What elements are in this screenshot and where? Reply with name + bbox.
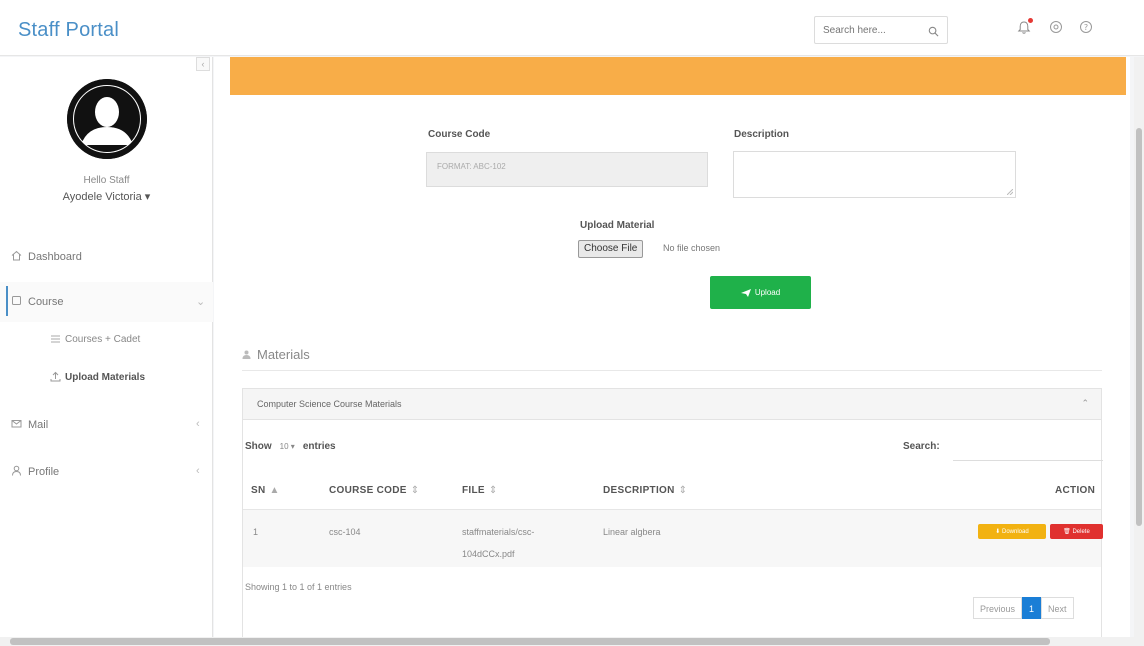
column-header-action: ACTION: [1055, 485, 1095, 496]
chevron-left-icon: ‹: [196, 418, 200, 430]
sidebar-collapse-button[interactable]: ‹: [196, 57, 210, 71]
gear-icon[interactable]: [1044, 15, 1068, 39]
app-title[interactable]: Staff Portal: [18, 19, 119, 42]
column-label: DESCRIPTION: [603, 485, 675, 496]
download-label: Download: [1002, 529, 1029, 535]
send-icon: [740, 288, 751, 297]
sidebar: ‹ Hello Staff Ayodele Victoria ▾ Dashboa…: [0, 57, 213, 637]
column-header-file[interactable]: FILE ⇕: [462, 485, 498, 496]
upload-button-label: Upload: [754, 288, 781, 297]
sidebar-subitem-label: Upload Materials: [65, 372, 146, 383]
choose-file-button[interactable]: Choose File: [578, 240, 644, 258]
cell-course-code: csc-104: [329, 527, 361, 537]
panel-title: Computer Science Course Materials: [257, 399, 402, 409]
pagination-next[interactable]: Next: [1041, 597, 1074, 619]
sort-icon: ⇕: [678, 485, 688, 496]
upload-icon: [50, 371, 61, 385]
sidebar-item-mail[interactable]: Mail ‹: [0, 405, 213, 445]
sidebar-item-label: Dashboard: [28, 251, 82, 263]
sort-icon: ⇕: [410, 485, 420, 496]
column-header-description[interactable]: DESCRIPTION ⇕: [603, 485, 687, 496]
show-label: Show: [245, 441, 272, 452]
column-label: COURSE CODE: [329, 485, 407, 496]
pagination-page-1[interactable]: 1: [1022, 597, 1042, 619]
sidebar-subitem-label: Courses + Cadet: [65, 334, 141, 345]
user-name-dropdown[interactable]: Ayodele Victoria ▾: [0, 190, 213, 203]
top-bar: Staff Portal ?: [0, 0, 1144, 56]
divider: [242, 370, 1102, 371]
book-icon: [11, 295, 22, 309]
greeting-text: Hello Staff: [83, 175, 130, 186]
course-code-input[interactable]: FORMAT: ABC-102: [426, 152, 708, 187]
notification-dot: [1028, 18, 1033, 23]
alert-banner: [230, 57, 1126, 95]
notification-bell-icon[interactable]: [1012, 15, 1036, 39]
course-code-label: Course Code: [428, 129, 491, 140]
sidebar-item-label: Profile: [28, 466, 60, 478]
vertical-scrollbar-thumb[interactable]: [1136, 128, 1142, 526]
search-icon[interactable]: [928, 24, 939, 42]
delete-label: Delete: [1072, 529, 1090, 535]
column-header-sn[interactable]: SN ▲: [251, 485, 280, 496]
main-content: Course Code FORMAT: ABC-102 Description …: [214, 57, 1130, 637]
table-row: [243, 509, 1101, 567]
svg-text:?: ?: [1084, 23, 1088, 32]
home-icon: [11, 250, 22, 264]
delete-button[interactable]: 🗑 Delete: [1050, 524, 1103, 539]
header-search[interactable]: [814, 16, 948, 44]
avatar: [67, 79, 147, 159]
cell-sn: 1: [253, 527, 259, 537]
materials-panel: Computer Science Course Materials ⌃ Show…: [242, 388, 1103, 637]
horizontal-scrollbar-thumb[interactable]: [10, 638, 1050, 645]
table-search-label: Search:: [903, 441, 940, 452]
cell-file-line2[interactable]: 104dCCx.pdf: [462, 544, 515, 564]
cell-file-line1[interactable]: staffmaterials/csc-: [462, 522, 534, 542]
chevron-up-icon[interactable]: ⌃: [1081, 398, 1089, 409]
column-label: ACTION: [1055, 485, 1096, 496]
sidebar-item-course[interactable]: Course ⌄: [0, 282, 213, 322]
entries-value: 10: [279, 442, 289, 451]
file-status-text: No file chosen: [663, 243, 721, 253]
pagination-previous[interactable]: Previous: [973, 597, 1023, 619]
list-icon: [50, 333, 61, 347]
sidebar-item-dashboard[interactable]: Dashboard: [0, 237, 213, 277]
sidebar-item-label: Course: [28, 296, 64, 308]
panel-header[interactable]: Computer Science Course Materials ⌃: [243, 389, 1101, 420]
description-textarea[interactable]: [733, 151, 1016, 198]
resize-handle-icon[interactable]: [1007, 189, 1013, 195]
mail-icon: [11, 418, 22, 432]
materials-section-title: Materials: [242, 347, 310, 362]
table-info-text: Showing 1 to 1 of 1 entries: [245, 582, 352, 592]
upload-button[interactable]: Upload: [710, 276, 811, 309]
sidebar-item-profile[interactable]: Profile ‹: [0, 452, 213, 492]
column-label: FILE: [462, 485, 485, 496]
pagination: Previous 1 Next: [973, 596, 1074, 620]
search-input[interactable]: [815, 17, 925, 43]
entries-select[interactable]: 10 ▾: [276, 442, 299, 451]
user-icon: [242, 350, 251, 359]
column-label: SN: [251, 485, 266, 496]
sidebar-subitem-courses-cadet[interactable]: Courses + Cadet: [0, 328, 213, 352]
chevron-left-icon: ‹: [196, 465, 200, 477]
entries-label: entries: [302, 441, 336, 452]
help-icon[interactable]: ?: [1074, 15, 1098, 39]
table-search-input[interactable]: [953, 433, 1103, 461]
download-button[interactable]: ⬇ Download: [978, 524, 1046, 539]
chevron-down-icon: ⌄: [196, 296, 206, 308]
sort-asc-icon: ▲: [269, 485, 280, 496]
sidebar-item-label: Mail: [28, 419, 49, 431]
description-label: Description: [734, 129, 790, 140]
cell-description: Linear algbera: [603, 527, 661, 537]
entries-length-control: Show 10 ▾ entries: [245, 441, 336, 452]
user-icon: [11, 465, 22, 479]
upload-material-label: Upload Material: [580, 220, 655, 231]
sidebar-subitem-upload-materials[interactable]: Upload Materials: [0, 366, 213, 390]
column-header-course-code[interactable]: COURSE CODE ⇕: [329, 485, 419, 496]
materials-title: Materials: [257, 347, 310, 362]
sort-icon: ⇕: [488, 485, 498, 496]
